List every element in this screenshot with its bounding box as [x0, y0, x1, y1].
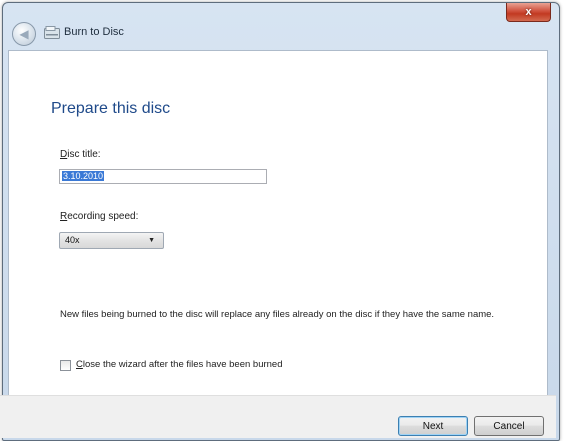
back-arrow-icon: ◀ — [19, 27, 29, 41]
close-icon: x — [525, 6, 532, 18]
back-button[interactable]: ◀ — [12, 22, 36, 46]
button-bar — [0, 395, 556, 438]
disc-title-value: 3.10.2010 — [62, 171, 105, 181]
recording-speed-value: 40x — [65, 235, 80, 245]
chevron-down-icon: ▼ — [148, 237, 155, 244]
close-wizard-label[interactable]: Close the wizard after the files have be… — [76, 359, 283, 370]
recording-speed-label: Recording speed: — [60, 211, 139, 222]
recording-speed-dropdown[interactable]: 40x ▼ — [59, 232, 164, 249]
next-button[interactable]: Next — [398, 416, 468, 436]
close-wizard-checkbox[interactable] — [60, 360, 71, 371]
cancel-button[interactable]: Cancel — [474, 416, 544, 436]
page-title: Prepare this disc — [51, 100, 171, 117]
overwrite-info-text: New files being burned to the disc will … — [60, 309, 495, 320]
disc-burner-icon — [44, 26, 60, 39]
close-button[interactable]: x — [506, 3, 551, 22]
window-title: Burn to Disc — [64, 26, 124, 38]
disc-title-label: Disc title: — [60, 149, 101, 160]
disc-title-input[interactable]: 3.10.2010 — [59, 169, 267, 184]
